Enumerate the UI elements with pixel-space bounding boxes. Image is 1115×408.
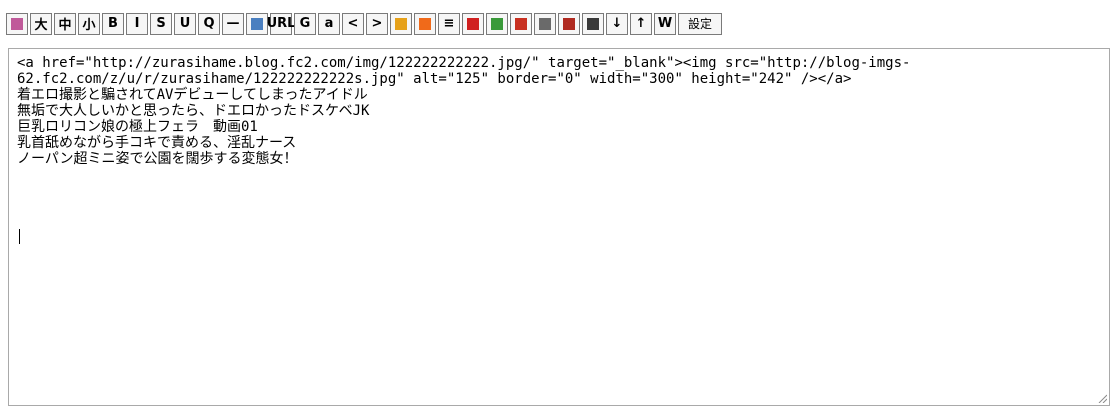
editor-content[interactable]: <a href="http://zurasihame.blog.fc2.com/… (17, 55, 1101, 167)
bold-button[interactable]: B (102, 12, 124, 35)
font-small-button[interactable]: 小 (78, 12, 100, 35)
underline-button[interactable]: U (174, 12, 196, 35)
feed-icon[interactable] (510, 12, 532, 35)
quote-button[interactable]: Q (198, 12, 220, 35)
font-large-button-label: 大 (34, 18, 48, 33)
chevron-left-icon-label: < (347, 16, 359, 31)
arrow-up-icon-label: ↑ (635, 16, 647, 31)
align-icon[interactable]: ≡ (438, 12, 460, 35)
italic-button[interactable]: I (126, 12, 148, 35)
strikethrough-button[interactable]: S (150, 12, 172, 35)
camera-icon[interactable] (582, 12, 604, 35)
google-icon-label: G (299, 16, 311, 31)
text-caret (19, 229, 20, 244)
editor-line: 巨乳ロリコン娘の極上フェラ 動画01 (17, 119, 258, 135)
chevron-right-icon[interactable]: > (366, 12, 388, 35)
palette-icon[interactable] (6, 12, 28, 35)
amazon-icon[interactable]: a (318, 12, 340, 35)
font-medium-button[interactable]: 中 (54, 12, 76, 35)
align-icon-label: ≡ (443, 16, 455, 31)
chevron-left-icon[interactable]: < (342, 12, 364, 35)
arrow-down-icon[interactable]: ↓ (606, 12, 628, 35)
blog-icon-glyph (419, 17, 431, 30)
horizontal-rule-button[interactable]: — (222, 12, 244, 35)
bold-button-label: B (108, 16, 118, 31)
pencil-icon[interactable] (462, 12, 484, 35)
editor-line: <a href="http://zurasihame.blog.fc2.com/… (17, 55, 911, 71)
editor-line: ノーパン超ミニ姿で公園を闊歩する変態女！ (17, 151, 298, 167)
editor-line: 着エロ撮影と騙されてAVデビューしてしまったアイドル (17, 87, 368, 103)
settings-button[interactable]: 設定 (678, 12, 722, 35)
tv-icon[interactable] (534, 12, 556, 35)
palette-icon-glyph (11, 17, 23, 30)
check-pencil-icon[interactable] (486, 12, 508, 35)
url-button-label: URL (266, 16, 296, 31)
quote-button-label: Q (203, 16, 215, 31)
editor-line: 乳首舐めながら手コキで責める、淫乱ナース (17, 135, 297, 151)
image-icon[interactable] (246, 12, 268, 35)
chevron-right-icon-label: > (371, 16, 383, 31)
resize-handle-icon[interactable] (1097, 393, 1107, 403)
editor-line: 無垢で大人しいかと思ったら、ドエロかったドスケベJK (17, 103, 370, 119)
google-icon[interactable]: G (294, 12, 316, 35)
url-button[interactable]: URL (267, 12, 295, 35)
underline-button-label: U (179, 16, 191, 31)
camera-icon-glyph (587, 17, 599, 30)
blog-icon[interactable] (414, 12, 436, 35)
italic-button-label: I (134, 16, 140, 31)
font-large-button[interactable]: 大 (30, 12, 52, 35)
text-editor[interactable]: <a href="http://zurasihame.blog.fc2.com/… (8, 48, 1110, 406)
check-pencil-icon-glyph (491, 17, 503, 30)
pencil-icon-glyph (467, 17, 479, 30)
horizontal-rule-button-label: — (226, 16, 240, 31)
arrow-down-icon-label: ↓ (611, 16, 623, 31)
font-medium-button-label: 中 (58, 18, 72, 33)
youtube-icon[interactable] (558, 12, 580, 35)
font-small-button-label: 小 (82, 18, 96, 33)
image-icon-glyph (251, 17, 263, 30)
wikipedia-icon[interactable]: W (654, 12, 676, 35)
wikipedia-icon-label: W (657, 16, 673, 31)
tv-icon-glyph (539, 17, 551, 30)
amazon-icon-label: a (324, 16, 334, 31)
settings-button-label: 設定 (687, 17, 712, 31)
list-icon-glyph (395, 17, 407, 30)
youtube-icon-glyph (563, 17, 575, 30)
editor-toolbar: 大中小 B I S U Q — URL Ga < > ≡ ↓ ↑ W 設定 (6, 9, 724, 38)
arrow-up-icon[interactable]: ↑ (630, 12, 652, 35)
feed-icon-glyph (515, 17, 527, 30)
editor-line: 62.fc2.com/z/u/r/zurasihame/122222222222… (17, 71, 852, 87)
list-icon[interactable] (390, 12, 412, 35)
strikethrough-button-label: S (156, 16, 166, 31)
